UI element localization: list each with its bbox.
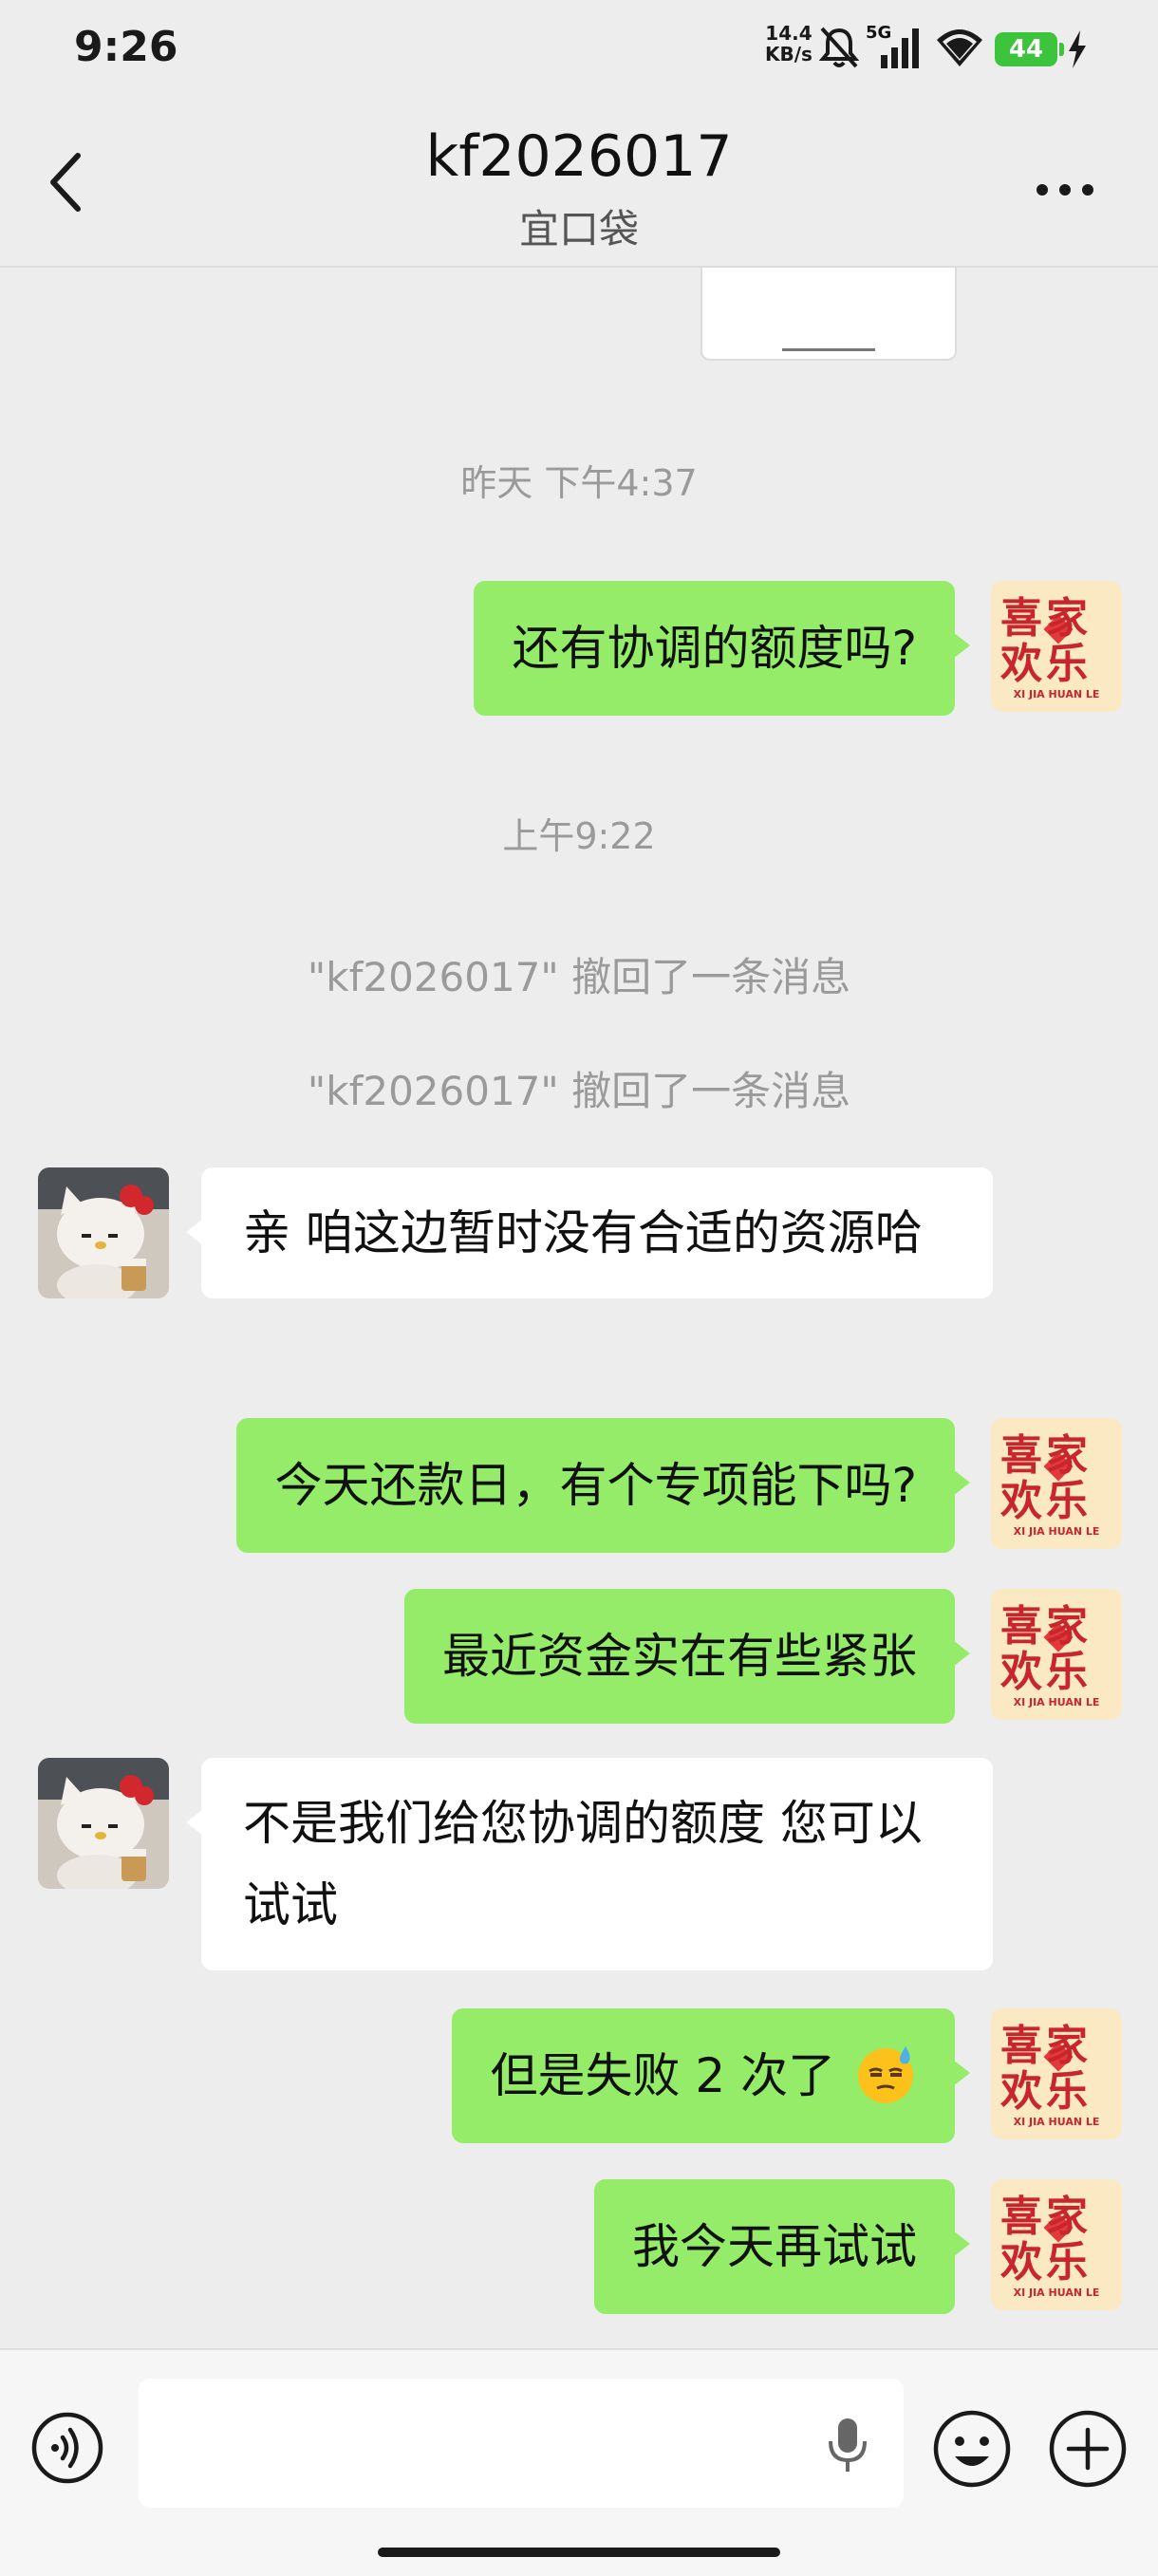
avatar-art-text: 喜家欢乐 <box>1000 594 1092 688</box>
more-icon[interactable] <box>1035 182 1095 197</box>
my-avatar[interactable]: 喜家欢乐 XI JIA HUAN LE <box>991 1589 1122 1720</box>
battery-tip <box>1059 43 1064 56</box>
message-text: 今天还款日，有个专项能下吗? <box>274 1458 917 1513</box>
message-text: 还有协调的额度吗? <box>512 621 917 676</box>
home-indicator[interactable] <box>378 2548 780 2557</box>
message-input[interactable] <box>139 2379 904 2508</box>
network-speed: 14.4 KB/s <box>765 23 812 65</box>
signal-icon <box>881 28 919 68</box>
message-text: 我今天再试试 <box>632 2219 917 2274</box>
avatar-art-text: 喜家欢乐 <box>1000 2022 1092 2116</box>
wifi-icon <box>937 29 982 66</box>
message-bubble-incoming[interactable]: 不是我们给您协调的额度 您可以试试 <box>186 1758 993 1970</box>
message-bubble-outgoing[interactable]: 但是失败 2 次了 <box>452 2008 970 2143</box>
message-text: 但是失败 2 次了 <box>490 2048 836 2103</box>
mute-icon <box>818 27 860 68</box>
message-list[interactable]: 昨天 下午4:37 还有协调的额度吗? 喜家欢乐 XI JIA HUAN LE … <box>0 268 1158 2346</box>
recall-notice: "kf2026017" 撤回了一条消息 <box>307 1068 851 1114</box>
plus-icon[interactable] <box>1048 2409 1128 2489</box>
cat-plush-image <box>38 1758 169 1889</box>
status-bar: 9:26 14.4 KB/s 5G 44 <box>0 0 1158 95</box>
cat-plush-image <box>38 1167 169 1298</box>
microphone-icon[interactable] <box>824 2415 871 2475</box>
avatar-art-text: 喜家欢乐 <box>1000 1431 1092 1525</box>
battery-level: 44 <box>995 32 1057 66</box>
avatar-art-pinyin: XI JIA HUAN LE <box>1013 688 1100 700</box>
message-text: 不是我们给您协调的额度 您可以试试 <box>243 1796 923 1932</box>
input-bar <box>0 2348 1158 2576</box>
message-text: 亲 咱这边暂时没有合适的资源哈 <box>243 1205 923 1260</box>
network-speed-value: 14.4 <box>765 22 812 45</box>
chat-header: kf2026017 宜口袋 <box>0 95 1158 268</box>
message-bubble-outgoing[interactable]: 我今天再试试 <box>594 2179 970 2314</box>
voice-input-icon[interactable] <box>30 2411 104 2485</box>
timestamp: 昨天 下午4:37 <box>460 462 698 504</box>
contact-avatar[interactable] <box>38 1758 169 1889</box>
recall-notice: "kf2026017" 撤回了一条消息 <box>307 954 851 1000</box>
emoji-icon[interactable] <box>932 2409 1012 2489</box>
my-avatar[interactable]: 喜家欢乐 XI JIA HUAN LE <box>991 1418 1122 1549</box>
network-speed-unit: KB/s <box>765 43 812 65</box>
my-avatar[interactable]: 喜家欢乐 XI JIA HUAN LE <box>991 2179 1122 2310</box>
message-bubble-outgoing[interactable]: 最近资金实在有些紧张 <box>404 1589 970 1724</box>
message-bubble-outgoing[interactable]: 还有协调的额度吗? <box>474 581 970 716</box>
avatar-art-pinyin: XI JIA HUAN LE <box>1013 1696 1100 1708</box>
avatar-art-pinyin: XI JIA HUAN LE <box>1013 2287 1100 2299</box>
message-bubble-outgoing[interactable]: 今天还款日，有个专项能下吗? <box>236 1418 970 1553</box>
status-time: 9:26 <box>74 23 178 71</box>
sweat-smile-emoji-icon <box>858 2046 913 2103</box>
avatar-art-text: 喜家欢乐 <box>1000 1602 1092 1696</box>
chat-subtitle: 宜口袋 <box>518 206 639 252</box>
avatar-art-text: 喜家欢乐 <box>1000 2193 1092 2287</box>
my-avatar[interactable]: 喜家欢乐 XI JIA HUAN LE <box>991 581 1122 712</box>
avatar-art-pinyin: XI JIA HUAN LE <box>1013 2116 1100 2128</box>
chat-title: kf2026017 <box>425 123 733 190</box>
charging-icon <box>1069 30 1086 68</box>
my-avatar[interactable]: 喜家欢乐 XI JIA HUAN LE <box>991 2008 1122 2139</box>
avatar-art-pinyin: XI JIA HUAN LE <box>1013 1525 1100 1538</box>
message-bubble-incoming[interactable]: 亲 咱这边暂时没有合适的资源哈 <box>186 1167 993 1298</box>
contact-avatar[interactable] <box>38 1167 169 1298</box>
timestamp: 上午9:22 <box>502 815 656 857</box>
previous-message-card[interactable] <box>700 268 957 361</box>
message-text: 最近资金实在有些紧张 <box>442 1629 917 1684</box>
